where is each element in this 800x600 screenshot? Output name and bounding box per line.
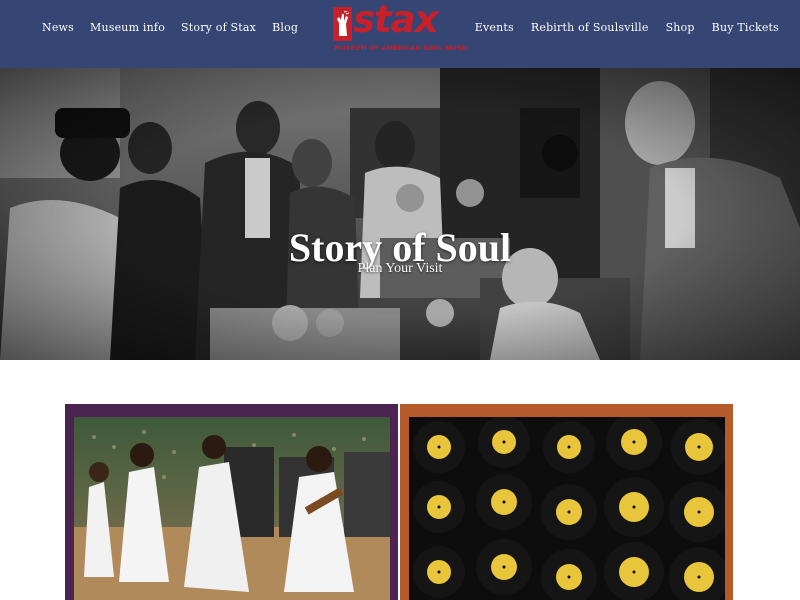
plan-your-visit-link[interactable]: Plan Your Visit	[0, 261, 800, 277]
stax-logo[interactable]: stax MUSEUM OF AMERICAN SOUL MUSIC	[333, 1, 469, 55]
nav-events[interactable]: Events	[475, 21, 514, 34]
performers-photo	[74, 417, 390, 600]
feature-card-records[interactable]	[400, 404, 733, 600]
feature-card-performers[interactable]	[65, 404, 398, 600]
nav-blog[interactable]: Blog	[272, 21, 298, 34]
hero-banner: Story of Soul Plan Your Visit	[0, 68, 800, 360]
nav-news[interactable]: News	[42, 21, 74, 34]
nav-shop[interactable]: Shop	[666, 21, 695, 34]
nav-buy-tickets[interactable]: Buy Tickets	[712, 21, 779, 34]
logo-wordmark: stax	[353, 0, 439, 41]
primary-nav-right: Events Rebirth of Soulsville Shop Buy Ti…	[458, 21, 779, 34]
nav-museum-info[interactable]: Museum info	[90, 21, 165, 34]
nav-story-of-stax[interactable]: Story of Stax	[181, 21, 256, 34]
hero-studio-photo	[0, 68, 800, 360]
vinyl-records-photo	[409, 417, 725, 600]
finger-snap-logo-icon	[333, 7, 352, 41]
primary-nav-left: News Museum info Story of Stax Blog	[42, 21, 314, 34]
logo-tagline: MUSEUM OF AMERICAN SOUL MUSIC	[334, 45, 470, 52]
nav-rebirth-of-soulsville[interactable]: Rebirth of Soulsville	[531, 21, 649, 34]
site-header: News Museum info Story of Stax Blog stax…	[0, 0, 800, 68]
